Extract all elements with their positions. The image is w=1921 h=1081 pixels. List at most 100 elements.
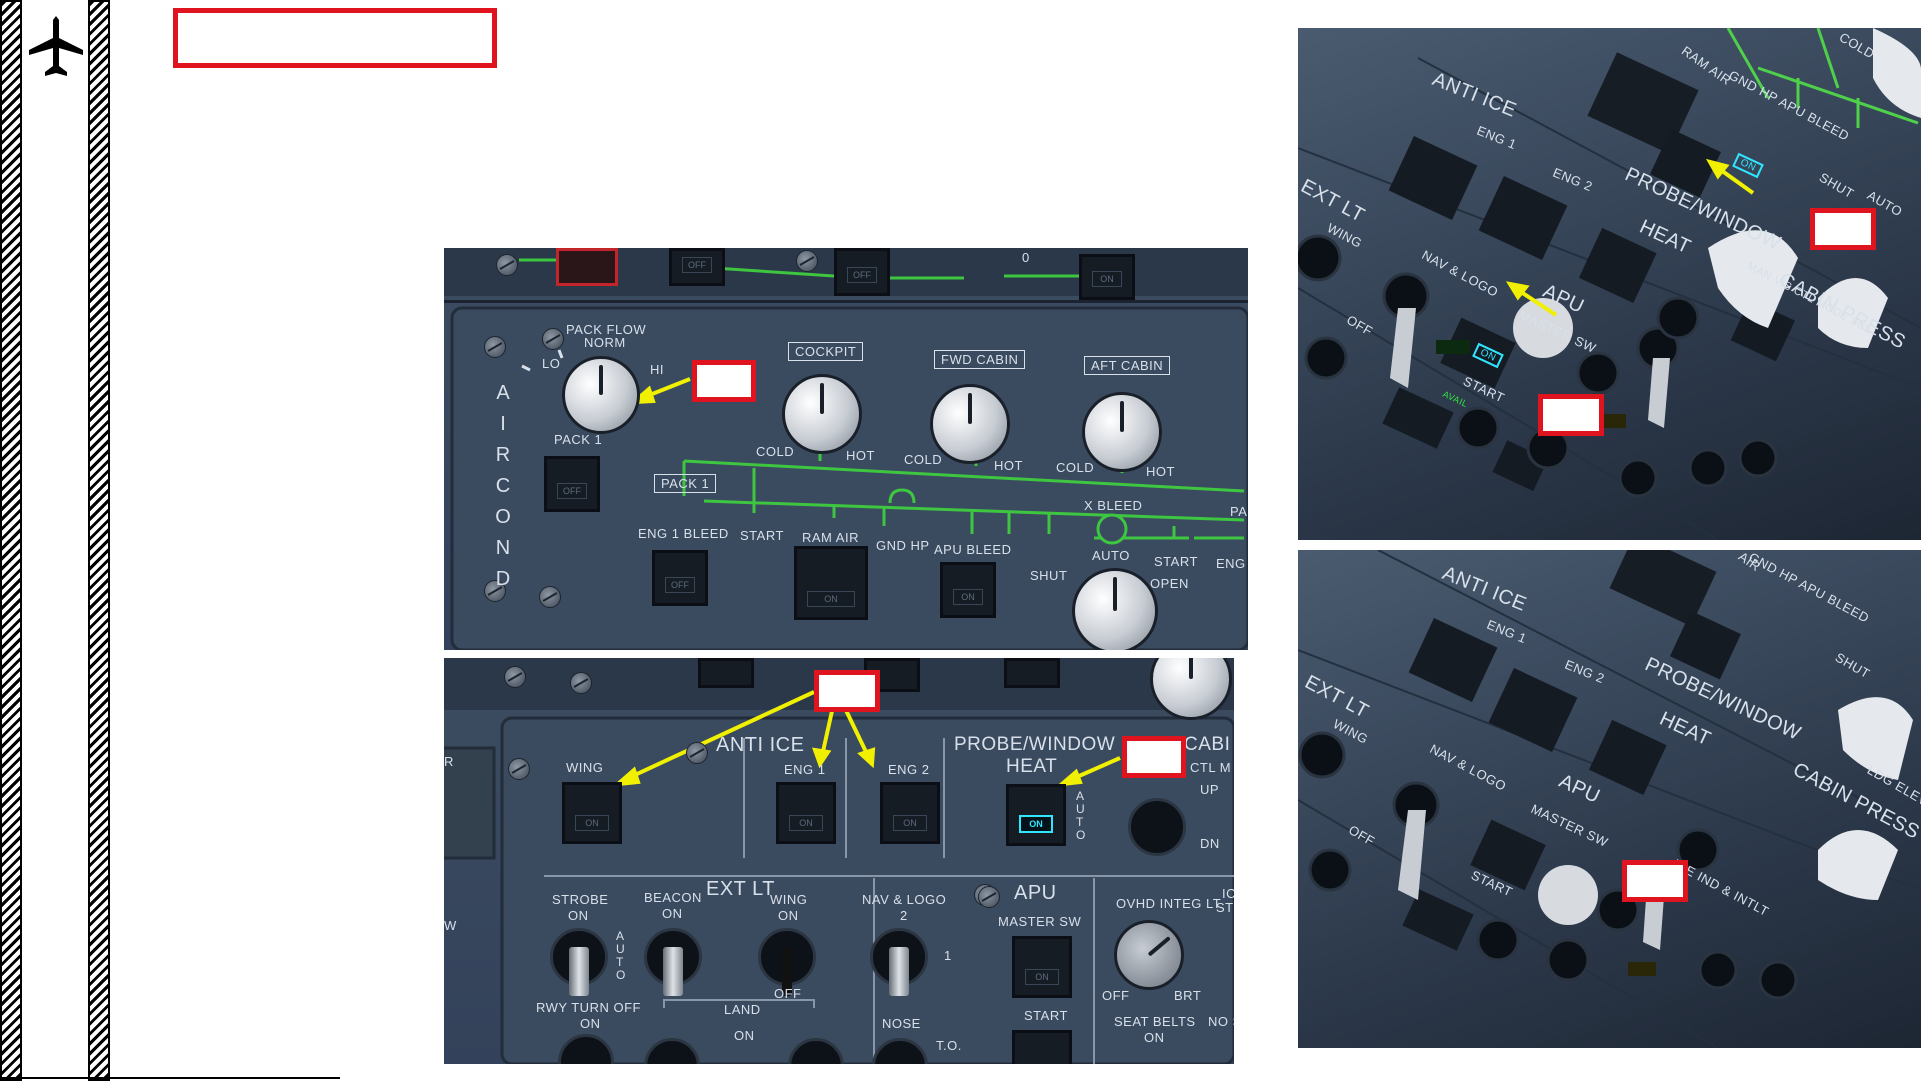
ovhd-brt-label: BRT xyxy=(1174,988,1202,1003)
strobe-label: STROBE xyxy=(552,892,609,907)
panel-screw xyxy=(978,886,1000,908)
w-label: W xyxy=(444,918,457,933)
top-button-1[interactable] xyxy=(698,658,754,688)
pack-flow-callout xyxy=(692,360,756,402)
beacon-label: BEACON xyxy=(644,890,702,905)
ic-label: IC xyxy=(1222,886,1234,901)
master-sw-label: MASTER SW xyxy=(998,914,1082,929)
pack-flow-knob[interactable] xyxy=(562,356,640,434)
x-bleed-auto-label: AUTO xyxy=(1092,548,1130,563)
pack1-button[interactable]: OFF xyxy=(544,456,600,512)
probe-heat-callout xyxy=(1122,736,1186,778)
aft-cold-label: COLD xyxy=(1056,460,1095,475)
anti-ice-callout xyxy=(814,670,880,712)
red-guarded-button[interactable] xyxy=(556,248,618,286)
eng2-label: ENG 2 xyxy=(888,762,930,777)
ovhd-integ-lt-label: OVHD INTEG LT xyxy=(1116,896,1222,911)
x-bleed-label: X BLEED xyxy=(1084,498,1143,513)
anti-ice-title: ANTI ICE xyxy=(716,734,805,756)
eng1-bleed-label: ENG 1 BLEED xyxy=(638,526,729,541)
panel-screw xyxy=(686,742,708,764)
beacon-toggle[interactable] xyxy=(644,928,702,996)
pt-bleed-callout xyxy=(1810,208,1876,250)
apu-bleed-button[interactable]: ON xyxy=(940,562,996,618)
photo-top-graphics xyxy=(1298,28,1921,540)
aft-cabin-label: AFT CABIN xyxy=(1084,356,1171,375)
pt-apu-callout xyxy=(1538,394,1604,436)
seat-belts-label: SEAT BELTS xyxy=(1114,1014,1196,1029)
panel-screw xyxy=(508,758,530,780)
apu-start-button[interactable] xyxy=(1012,1030,1072,1064)
ovhd-integ-lt-knob[interactable] xyxy=(1114,920,1184,990)
airplane-icon xyxy=(27,14,85,78)
strobe-toggle[interactable] xyxy=(550,928,608,996)
top-off-button-2[interactable]: OFF xyxy=(834,248,890,296)
start-label: START xyxy=(740,528,784,543)
cockpit-hot-label: HOT xyxy=(846,448,875,463)
apu-start-label: START xyxy=(1024,1008,1068,1023)
top-on-button[interactable]: ON xyxy=(1079,254,1135,300)
photo-top-right: ANTI ICE ENG 1 ENG 2 PROBE/WINDOW HEAT E… xyxy=(1298,28,1921,540)
wing-anti-ice-button[interactable]: ON xyxy=(562,782,622,844)
ram-air-button[interactable]: ON xyxy=(794,546,868,620)
cockpit-label: COCKPIT xyxy=(788,342,864,361)
nav-logo-label: NAV & LOGO xyxy=(862,892,947,907)
eng1-anti-ice-button[interactable]: ON xyxy=(776,782,836,844)
cabin-ctl-toggle[interactable] xyxy=(1128,798,1186,856)
bottom-rule xyxy=(0,1077,340,1079)
panel-screw xyxy=(796,250,818,272)
seat-belts-on-label: ON xyxy=(1144,1030,1165,1045)
to-label: T.O. xyxy=(936,1038,962,1053)
x-bleed-knob[interactable] xyxy=(1072,568,1158,650)
rwy-turn-off-on-label: ON xyxy=(580,1016,601,1031)
wing-lt-label: WING xyxy=(770,892,808,907)
x-bleed-shut-label: SHUT xyxy=(1030,568,1068,583)
photo-bottom-right: ANTI ICE ENG 1 ENG 2 PROBE/WINDOW HEAT E… xyxy=(1298,550,1921,1048)
wing-lt-on-label: ON xyxy=(778,908,799,923)
probe-window-heat-button[interactable]: ON xyxy=(1006,784,1066,846)
cockpit-temp-knob[interactable] xyxy=(782,374,862,454)
cockpit-cold-label: COLD xyxy=(756,444,795,459)
apu-title: APU xyxy=(1014,882,1057,904)
strobe-auto-label: A U T O xyxy=(616,929,626,982)
apu-bleed-label: APU BLEED xyxy=(934,542,1012,557)
strobe-on-label: ON xyxy=(568,908,589,923)
nav-logo-2-label: 2 xyxy=(900,908,908,923)
top-off-button[interactable]: OFF xyxy=(669,248,725,286)
land-on-label: ON xyxy=(734,1028,755,1043)
ovhd-off-label: OFF xyxy=(1102,988,1130,1003)
probe-window-label: PROBE/WINDOW xyxy=(954,734,1116,755)
lo-label: LO xyxy=(542,356,561,371)
heat-label: HEAT xyxy=(1006,756,1058,777)
start-label-2: START xyxy=(1154,554,1198,569)
apu-master-sw-button[interactable]: ON xyxy=(1012,936,1072,998)
eng2-anti-ice-button[interactable]: ON xyxy=(880,782,940,844)
ctl-mo-label: CTL M xyxy=(1190,760,1232,775)
title-placeholder-box xyxy=(173,8,497,68)
no-s-label: NO S xyxy=(1208,1014,1234,1029)
beacon-on-label: ON xyxy=(662,906,683,921)
nose-label: NOSE xyxy=(882,1016,921,1031)
r-label: R xyxy=(444,754,454,769)
wing-lt-off-label: OFF xyxy=(774,986,802,1001)
top-button-3[interactable] xyxy=(1004,658,1060,688)
fwd-hot-label: HOT xyxy=(994,458,1023,473)
fwd-cabin-label: FWD CABIN xyxy=(934,350,1026,369)
nav-logo-toggle[interactable] xyxy=(870,928,928,996)
anti-ice-panel: R W ANTI ICE WING ENG 1 ENG 2 ON ON ON P… xyxy=(444,658,1234,1064)
gnd-hp-label: GND HP xyxy=(876,538,930,553)
nav-logo-1-label: 1 xyxy=(944,948,952,963)
up-label: UP xyxy=(1200,782,1220,797)
panel-screw xyxy=(496,254,518,276)
dn-label: DN xyxy=(1200,836,1220,851)
panel-screw xyxy=(504,666,526,688)
eng1-bleed-button[interactable]: OFF xyxy=(652,550,708,606)
sidebar-stripe-left xyxy=(0,0,22,1081)
fwd-cold-label: COLD xyxy=(904,452,943,467)
pb-ovhd-integ-callout xyxy=(1622,860,1688,902)
top-zero-label: 0 xyxy=(1022,250,1030,265)
aft-hot-label: HOT xyxy=(1146,464,1175,479)
wing-lt-toggle[interactable] xyxy=(758,928,816,996)
cabin-label: CABI xyxy=(1184,734,1231,755)
panel-screw xyxy=(570,672,592,694)
